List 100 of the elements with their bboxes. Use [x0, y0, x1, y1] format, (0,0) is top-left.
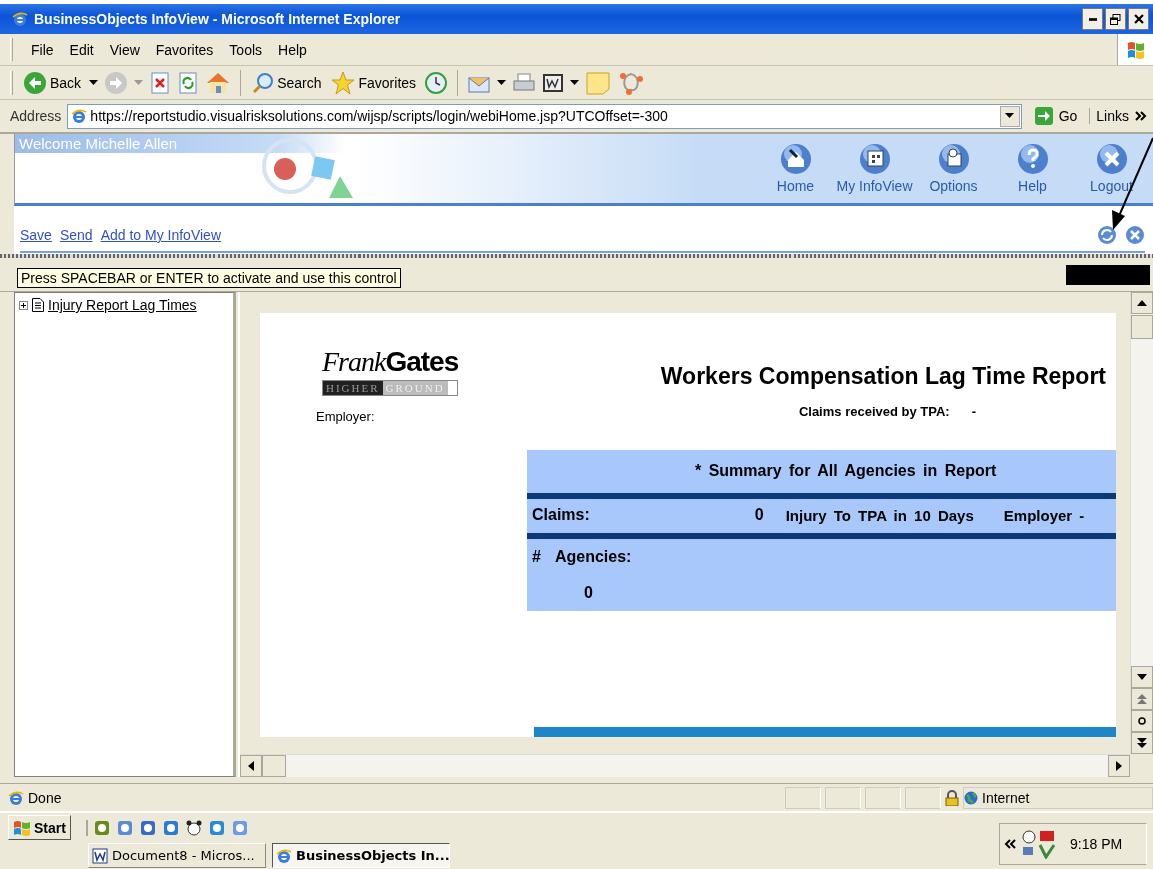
agencies-value: 0 [584, 584, 593, 602]
action-link[interactable]: Save [20, 227, 52, 243]
print-button[interactable] [512, 71, 537, 94]
action-link[interactable]: Add to My InfoView [100, 227, 221, 243]
menu-item[interactable]: Tools [221, 41, 271, 58]
subtitle-label: Claims received by TPA: [798, 404, 950, 419]
clock: 9:18 PM [1070, 836, 1123, 852]
scroll-down-button[interactable] [1131, 666, 1153, 688]
menu-item[interactable]: File [23, 41, 62, 58]
status-pane [825, 786, 861, 809]
claims-label: Claims: [532, 506, 590, 524]
search-button[interactable]: Search [250, 71, 324, 94]
nav-button[interactable]: Home [756, 134, 835, 203]
window-icon [12, 11, 28, 27]
taskbar-button[interactable]: BusinessObjects In... [272, 843, 450, 868]
caret-icon [1005, 113, 1015, 119]
nav-button[interactable]: My InfoView [835, 134, 914, 203]
restore-button[interactable] [1105, 8, 1126, 30]
go-button[interactable]: Go [1027, 106, 1084, 126]
zone-text: Internet [982, 789, 1030, 806]
report-title: Workers Compensation Lag Time Report [660, 363, 1106, 390]
arrow-right-icon [1115, 761, 1123, 771]
column-heading: Injury To TPA in 10 Days [785, 506, 974, 524]
nav-button[interactable]: Options [914, 134, 993, 203]
status-pane [785, 786, 821, 809]
close-icon [1133, 14, 1144, 24]
chevron-icon[interactable] [1004, 839, 1016, 849]
page-icon [71, 108, 88, 124]
address-label: Address [10, 108, 62, 124]
employer-label: Employer: [316, 409, 376, 424]
start-button[interactable]: Start [8, 815, 71, 840]
dropdown-button[interactable] [999, 105, 1020, 127]
menu-item[interactable]: Favorites [147, 41, 222, 58]
padlock-icon [945, 789, 959, 806]
arrow-down-icon[interactable] [1137, 673, 1147, 681]
arrow-up-icon[interactable] [1137, 299, 1147, 307]
minimize-icon [1088, 17, 1097, 21]
address-field[interactable]: https://reportstudio.visualrisksolutions.com/wijsp/scripts/login/webiHome.jsp?UTCOffset=-300 [67, 103, 1022, 129]
double-up-icon [1137, 694, 1147, 704]
app-icon[interactable] [139, 819, 156, 836]
star-icon [331, 70, 356, 95]
address-url: https://reportstudio.visualrisksolutions.com/wijsp/scripts/login/webiHome.jsp?UTCOffset=-300 [90, 108, 669, 124]
status-pane [865, 786, 901, 809]
subtitle-value: - [971, 404, 976, 419]
help-icon[interactable] [1015, 142, 1050, 176]
expand-icon[interactable] [19, 300, 28, 310]
minimize-button[interactable] [1082, 8, 1103, 30]
restore-icon [1110, 13, 1121, 25]
app-icon[interactable] [116, 819, 133, 836]
scroll-thumb[interactable] [1131, 315, 1153, 339]
hash-mark: # [532, 548, 541, 566]
double-down-icon [1137, 738, 1147, 748]
tree-item[interactable]: Injury Report Lag Times [48, 297, 197, 313]
stop-button[interactable] [149, 70, 172, 95]
dropdown-caret-icon[interactable] [497, 79, 507, 86]
menu-item[interactable]: Edit [61, 41, 102, 58]
agencies-label: Agencies: [554, 548, 632, 566]
tray-icons-drawing[interactable] [1020, 829, 1056, 859]
scroll-right-button[interactable] [1108, 755, 1130, 777]
windows-logo-icon [1125, 39, 1146, 60]
next-page-button[interactable] [1131, 732, 1153, 754]
page-icon [8, 789, 24, 806]
dashboard-icon[interactable] [857, 142, 892, 176]
nav-button[interactable]: Help [993, 134, 1072, 203]
circle-icon [1138, 717, 1146, 725]
links-button[interactable]: Links [1089, 108, 1149, 124]
refresh-button[interactable] [1097, 225, 1117, 245]
favorites-button[interactable]: Favorites [329, 70, 419, 95]
scroll-up-button[interactable] [1131, 292, 1153, 314]
menu-item[interactable]: Help [270, 41, 315, 58]
status-pane [905, 786, 941, 809]
claims-value: 0 [754, 506, 764, 524]
home-icon[interactable] [778, 142, 813, 176]
arrow-left-icon [247, 761, 255, 771]
summary-heading: * Summary for All Agencies in Report [695, 461, 997, 480]
panda-icon[interactable] [185, 819, 202, 836]
dropdown-caret-icon[interactable] [89, 79, 99, 86]
dropdown-caret-icon[interactable] [570, 79, 580, 86]
action-link[interactable]: Send [59, 227, 93, 243]
chevron-icon [1135, 111, 1147, 121]
status-text: Done [28, 789, 62, 806]
scroll-thumb[interactable] [262, 755, 286, 777]
logo-wordmark: FrankGates [322, 349, 459, 375]
previous-page-button[interactable] [1131, 688, 1153, 710]
close-icon[interactable] [1094, 142, 1129, 176]
options-icon[interactable] [936, 142, 971, 176]
menu-item[interactable]: View [101, 41, 148, 58]
scroll-left-button[interactable] [240, 755, 262, 777]
window-title: BusinessObjects InfoView - Microsoft Internet Explorer [34, 11, 402, 27]
tooltip: Press SPACEBAR or ENTER to activate and use this control [17, 268, 401, 288]
back-button[interactable]: Back [21, 70, 84, 95]
column-heading: Employer - [1003, 506, 1085, 524]
browse-object-button[interactable] [1131, 710, 1153, 732]
document-icon [32, 298, 44, 312]
search-icon [252, 71, 275, 94]
close-button[interactable] [1128, 8, 1149, 30]
taskbar-button[interactable]: Document8 - Micros... [88, 843, 266, 868]
word-document-button[interactable] [542, 71, 565, 94]
windows-logo-icon [13, 818, 31, 837]
history-button[interactable] [424, 70, 449, 95]
